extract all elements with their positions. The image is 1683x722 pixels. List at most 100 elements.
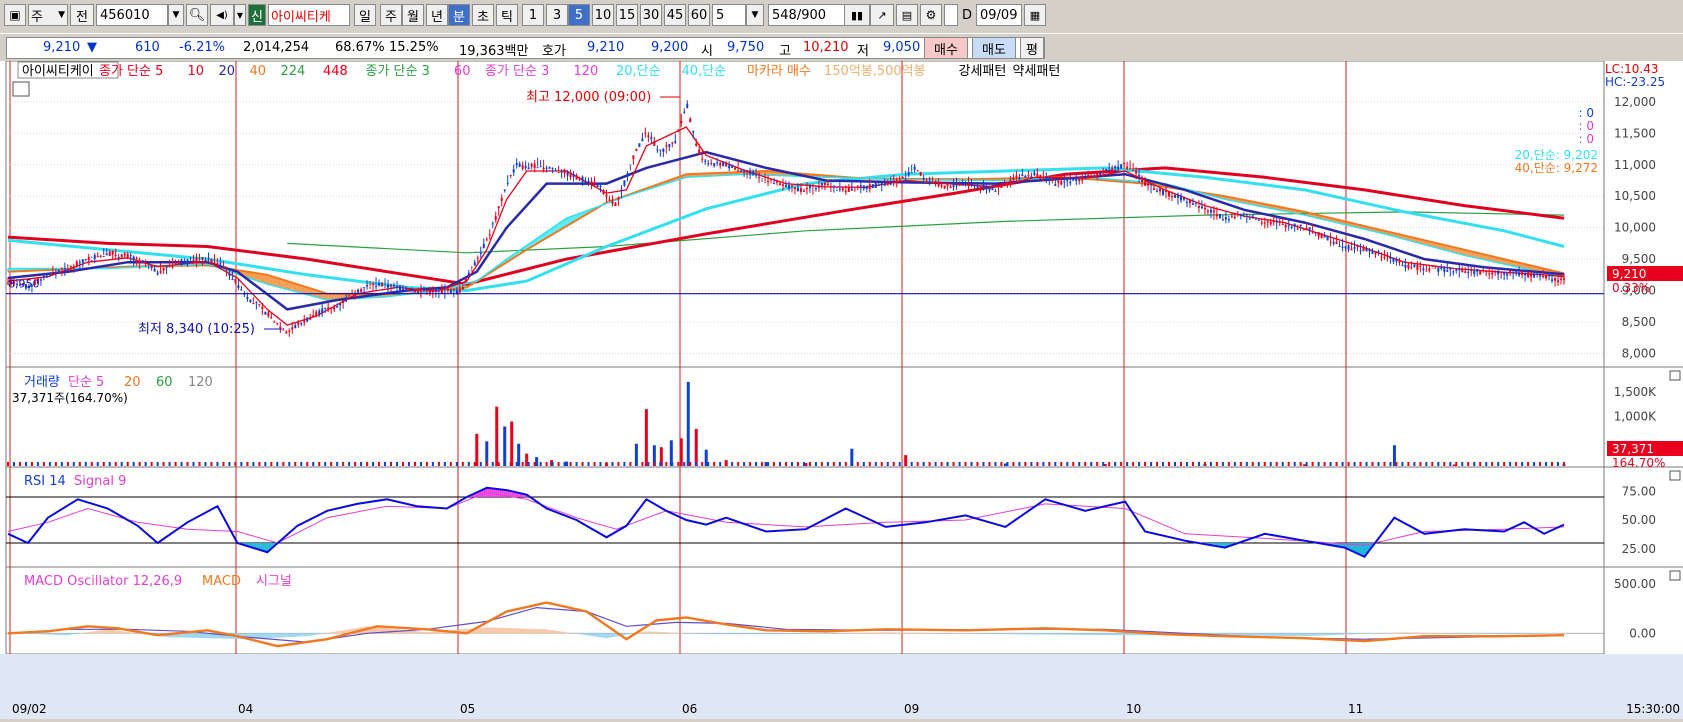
buy-button[interactable]: 매수 [924, 37, 968, 59]
candle-body-207 [213, 262, 216, 264]
prev-button[interactable]: 전 [70, 4, 94, 26]
speaker-dropdown-icon[interactable]: ▼ [234, 4, 246, 26]
candle-body-1251 [1254, 218, 1257, 220]
volume-tick-684 [689, 462, 692, 466]
volume-tick-90 [96, 462, 99, 466]
volume-tick-1188 [1191, 462, 1194, 466]
calendar-icon[interactable]: ▦ [1024, 4, 1046, 26]
candle-body-1185 [1188, 199, 1191, 204]
period-button-6[interactable]: 틱 [496, 4, 518, 26]
macd-legend-1: MACD [202, 574, 241, 589]
volume-tick-1320 [1323, 462, 1326, 466]
candle-body-1077 [1081, 179, 1084, 181]
sell-button[interactable]: 매도 [972, 37, 1016, 59]
candle-body-117 [123, 253, 126, 256]
interval-input[interactable]: 5 [712, 4, 746, 26]
minute-button-3[interactable]: 3 [546, 4, 568, 26]
candle-body-1419 [1422, 268, 1425, 271]
stock-name-field[interactable]: 아이씨티케 [268, 4, 350, 26]
draw-tool-icon[interactable]: ↗ [870, 4, 894, 26]
change-percent: -6.21% [179, 40, 225, 55]
candle-body-1329 [1332, 241, 1335, 244]
gear-icon[interactable]: ⚙ [920, 4, 942, 26]
volume-tick-1326 [1329, 462, 1332, 466]
period-button-0[interactable]: 일 [354, 4, 376, 26]
candle-body-87 [93, 254, 96, 259]
panel-close-icon-1[interactable] [1669, 470, 1681, 481]
candle-body-1155 [1159, 188, 1162, 192]
candle-body-576 [581, 176, 584, 183]
stock-code-input[interactable]: 456010 [96, 4, 168, 26]
volume-tick-504 [509, 462, 512, 466]
period-button-4[interactable]: 분 [448, 4, 470, 26]
code-dropdown-chevron-icon[interactable]: ▼ [168, 4, 184, 26]
candle-body-1023 [1027, 175, 1030, 177]
candle-body-1284 [1287, 225, 1290, 227]
table-icon[interactable] [12, 81, 30, 97]
volume-tick-1200 [1203, 462, 1206, 466]
panel-close-icon-0[interactable] [1669, 370, 1681, 381]
candle-body-252 [258, 304, 261, 306]
candle-body-1131 [1135, 170, 1138, 174]
period-button-3[interactable]: 년 [426, 4, 448, 26]
minute-button-5[interactable]: 5 [568, 4, 590, 26]
minute-button-30[interactable]: 30 [640, 4, 662, 26]
volume-tick-1128 [1132, 462, 1135, 466]
period-type-select[interactable]: 주 ▼ [28, 4, 68, 26]
candle-body-1509 [1512, 271, 1515, 273]
minute-button-45[interactable]: 45 [664, 4, 686, 26]
volume-tick-318 [324, 462, 327, 466]
open-price: 9,750 [727, 40, 765, 55]
panel-close-icon-2[interactable] [1669, 570, 1681, 581]
indicator-icon[interactable]: ▮▮ [844, 4, 870, 26]
candle-body-516 [521, 165, 524, 169]
interval-dropdown-icon[interactable]: ▼ [746, 4, 764, 26]
candle-body-720 [725, 162, 728, 167]
d-checkbox[interactable] [944, 4, 958, 26]
layout-icon[interactable]: ▣ [4, 4, 26, 26]
candle-body-1056 [1060, 181, 1063, 185]
candle-body-792 [796, 187, 799, 192]
candle-body-1179 [1182, 197, 1185, 200]
candle-body-378 [384, 286, 387, 288]
minute-button-1[interactable]: 1 [522, 4, 544, 26]
minute-button-15[interactable]: 15 [616, 4, 638, 26]
volume-tick-588 [593, 462, 596, 466]
candle-body-810 [814, 188, 817, 190]
flat-button[interactable]: 평 [1020, 37, 1044, 59]
minute-button-60[interactable]: 60 [688, 4, 710, 26]
minute-button-10[interactable]: 10 [592, 4, 614, 26]
search-icon[interactable]: 🔍︎ [186, 4, 208, 26]
candle-body-564 [569, 172, 572, 178]
candle-body-249 [255, 301, 258, 303]
period-button-2[interactable]: 월 [402, 4, 424, 26]
candle-body-1290 [1293, 223, 1296, 227]
current-pct-label: 0.33% [1612, 281, 1650, 295]
volume-tick-366 [372, 462, 375, 466]
candle-body-1200 [1203, 207, 1206, 210]
save-icon[interactable]: ▤ [896, 4, 918, 26]
stock-chart-svg[interactable]: 09/02 04 05 06 09 10 11 15:30:00 12,000 11,500 11,… [0, 60, 1683, 719]
volume-tick-1386 [1389, 462, 1392, 466]
candle-body-852 [856, 185, 859, 187]
volume-tick-516 [521, 462, 524, 466]
date-input[interactable]: 09/09 [976, 4, 1022, 26]
candle-body-1218 [1221, 219, 1224, 221]
candle-body-1479 [1482, 270, 1485, 272]
candle-body-1089 [1093, 171, 1096, 173]
candle-body-969 [973, 185, 976, 187]
chart-area[interactable]: 09/02 04 05 06 09 10 11 15:30:00 12,000 11,500 11,… [0, 60, 1683, 719]
candle-body-522 [527, 167, 530, 170]
speaker-icon[interactable]: ◀) [210, 4, 234, 26]
candle-body-978 [982, 184, 985, 190]
period-button-1[interactable]: 주 [380, 4, 402, 26]
volume-tick-1176 [1179, 462, 1182, 466]
candle-body-1557 [1560, 278, 1563, 280]
candle-body-381 [387, 284, 390, 288]
volume-tick-1002 [1006, 462, 1009, 466]
candle-body-1188 [1191, 203, 1194, 205]
volume-tick-1506 [1509, 462, 1512, 466]
period-button-5[interactable]: 초 [472, 4, 494, 26]
volume-tick-120 [126, 462, 129, 466]
candle-body-138 [144, 262, 147, 264]
